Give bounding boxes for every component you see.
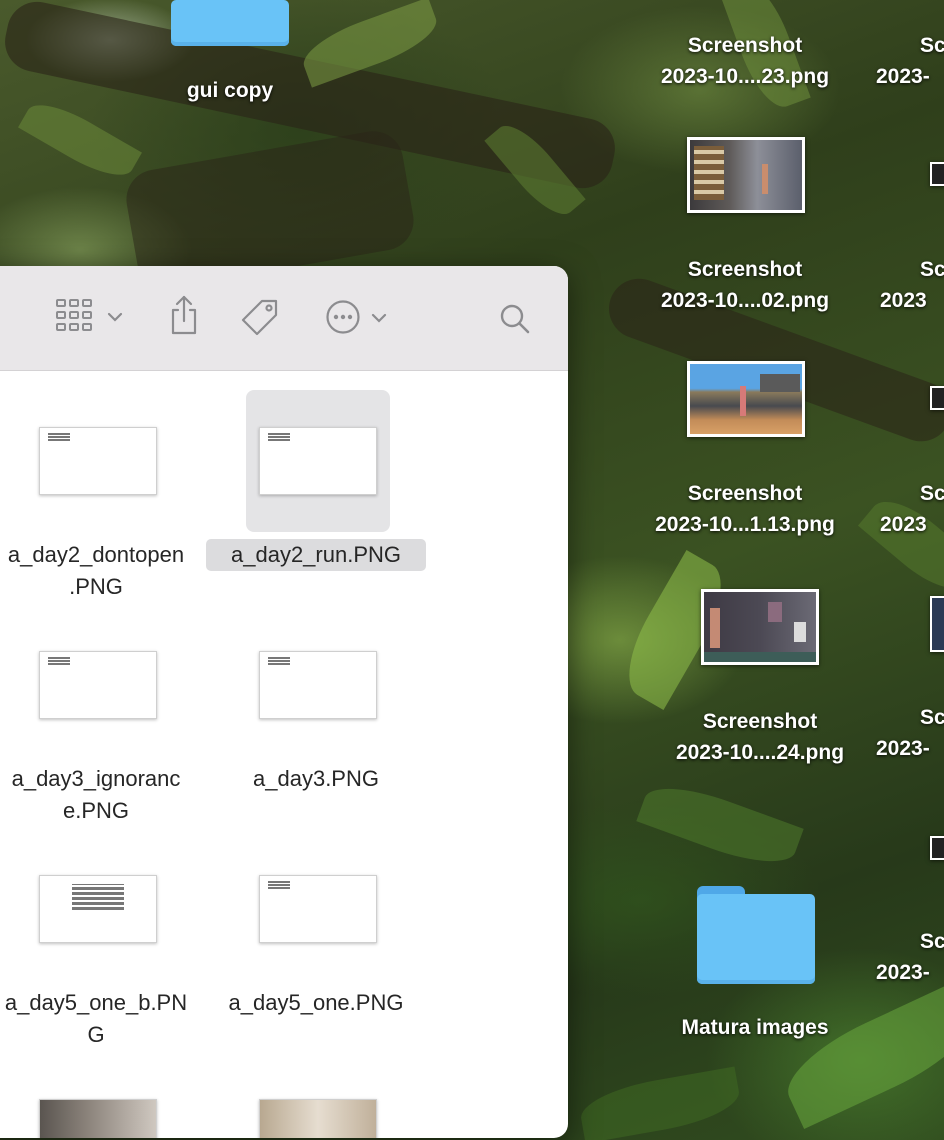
file-name: a_day2_dontopen [7,542,185,567]
file-thumbnail [259,427,377,495]
chevron-down-icon [107,312,123,322]
file-name: a_day2_run.PNG [206,539,426,571]
file-name: a_day5_one.PNG [228,990,404,1015]
file-thumbnail [259,875,377,943]
desktop-file-partial[interactable]: Sc 2023 [872,478,944,540]
desktop-file-partial[interactable]: Sc 2023- [872,926,944,988]
file-item[interactable]: a_day5_one_b.PN G [0,819,206,1049]
desktop-item-label: 2023 [880,289,927,312]
desktop-item-label: 2023-10....02.png [660,289,830,312]
share-button[interactable] [168,294,200,336]
tag-icon [241,299,278,336]
desktop-item-label: 2023-10....24.png [675,741,845,764]
screenshot-thumbnail[interactable] [930,836,944,860]
desktop-item-label: Sc [920,482,944,505]
file-name: a_day5_one_b.PN [4,990,188,1015]
desktop-item-label: Screenshot [687,482,803,505]
desktop-item-label: 2023-10...1.13.png [655,513,835,536]
desktop-file-screenshot-02[interactable]: Screenshot 2023-10....02.png [630,254,860,316]
ellipsis-circle-icon [326,300,360,334]
file-name: a_day3.PNG [253,766,379,791]
search-icon [500,304,530,334]
tag-button[interactable] [240,298,280,338]
desktop-item-label: 2023 [880,513,927,536]
file-item[interactable]: a_day5_one.PNG [206,819,426,1049]
desktop-folder-matura-images[interactable]: Matura images [640,1012,870,1043]
screenshot-thumbnail[interactable] [930,162,944,186]
file-grid: a_day2_dontopen .PNG a_day2_run.PNG a_da… [0,371,568,1138]
desktop-file-partial[interactable]: Sc 2023- [872,702,944,764]
file-thumbnail [259,651,377,719]
desktop-item-label: Screenshot [687,34,803,57]
more-actions-button[interactable] [325,299,395,335]
share-icon [171,295,197,335]
desktop-file-screenshot-24[interactable]: Screenshot 2023-10....24.png [645,706,875,768]
desktop-item-label: gui copy [186,79,274,102]
desktop-item-label: 2023- [876,65,930,88]
desktop-item-label: Screenshot [687,258,803,281]
finder-toolbar [0,266,568,371]
desktop-item-label: Sc [920,34,944,57]
desktop-item-label: Sc [920,706,944,729]
chevron-down-icon [371,313,387,323]
desktop-file-screenshot-113[interactable]: Screenshot 2023-10...1.13.png [630,478,860,540]
desktop-file-partial[interactable]: Sc 2023- [872,30,944,92]
file-thumbnail [39,427,157,495]
file-item[interactable]: a_day3.PNG [206,595,426,825]
screenshot-thumbnail[interactable] [930,386,944,410]
search-button[interactable] [498,302,532,336]
desktop-item-label: 2023- [876,737,930,760]
file-name: a_day3_ignoranc [11,766,181,791]
desktop-file-screenshot-23[interactable]: Screenshot 2023-10....23.png [630,30,860,92]
file-thumbnail [39,875,157,943]
screenshot-thumbnail[interactable] [687,361,805,437]
desktop-folder-gui-copy[interactable]: gui copy [140,75,320,106]
view-options-button[interactable] [55,298,127,336]
folder-icon[interactable] [171,0,289,46]
desktop-item-label: Sc [920,258,944,281]
file-thumbnail [39,651,157,719]
screenshot-thumbnail[interactable] [687,137,805,213]
desktop-item-label: 2023-10....23.png [660,65,830,88]
file-thumbnail [39,1099,157,1138]
screenshot-thumbnail[interactable] [701,589,819,665]
desktop-item-label: Sc [920,930,944,953]
grid-view-icon [56,299,92,331]
desktop-item-label: Screenshot [702,710,818,733]
file-item[interactable] [206,1043,426,1138]
file-item[interactable]: a_day2_dontopen .PNG [0,371,206,601]
desktop-file-partial[interactable]: Sc 2023 [872,254,944,316]
folder-icon[interactable] [697,886,815,984]
desktop-item-label: Matura images [681,1016,829,1039]
file-item[interactable] [0,1043,206,1138]
desktop-item-label: 2023- [876,961,930,984]
file-item-selected[interactable]: a_day2_run.PNG [206,371,426,601]
screenshot-thumbnail[interactable] [930,596,944,652]
file-item[interactable]: a_day3_ignoranc e.PNG [0,595,206,825]
finder-window: a_day2_dontopen .PNG a_day2_run.PNG a_da… [0,266,568,1138]
file-thumbnail [259,1099,377,1138]
